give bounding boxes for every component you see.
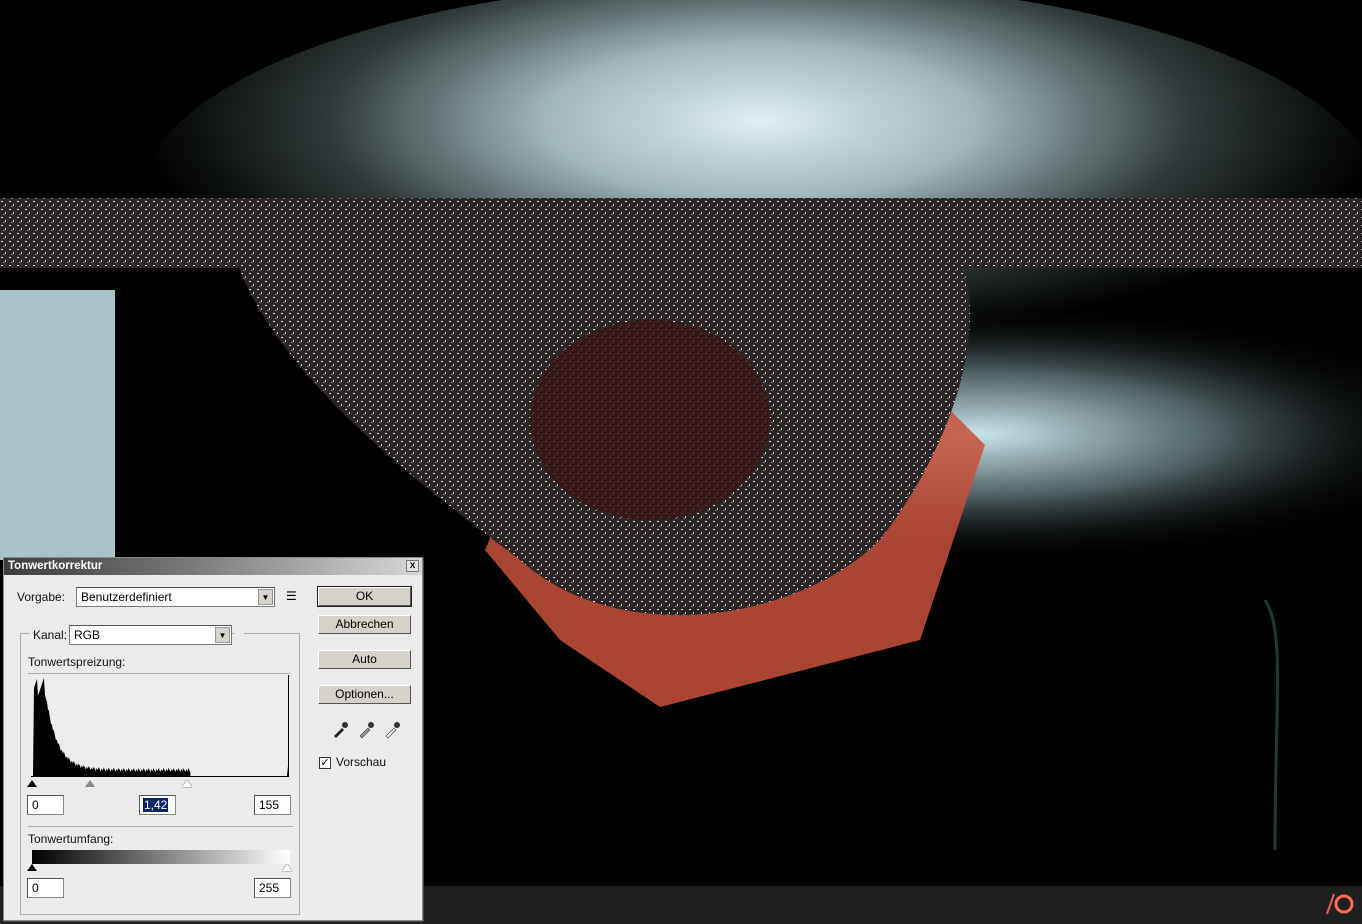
input-gamma-slider[interactable] xyxy=(85,780,95,787)
ok-button[interactable]: OK xyxy=(317,586,412,607)
chevron-down-icon: ▼ xyxy=(258,589,273,605)
preset-value: Benutzerdefiniert xyxy=(81,590,172,604)
preview-label: Vorschau xyxy=(336,755,387,769)
dialog-title: Tonwertkorrektur xyxy=(8,560,103,572)
preview-checkbox[interactable]: ✓ xyxy=(319,757,331,769)
gray-eyedropper-icon[interactable] xyxy=(357,721,375,739)
channel-select[interactable]: RGB ▼ xyxy=(69,625,232,645)
logo-icon xyxy=(1326,893,1354,915)
dialog-titlebar[interactable]: Tonwertkorrektur x xyxy=(4,558,422,575)
histogram xyxy=(31,675,289,777)
cancel-button[interactable]: Abbrechen xyxy=(318,615,411,634)
preset-select[interactable]: Benutzerdefiniert ▼ xyxy=(76,587,275,607)
output-black-slider[interactable] xyxy=(27,864,37,871)
options-button[interactable]: Optionen... xyxy=(318,685,411,704)
close-button[interactable]: x xyxy=(406,560,419,572)
input-black-slider[interactable] xyxy=(27,780,37,787)
preset-label: Vorgabe: xyxy=(17,590,66,604)
input-gamma-value: 1,42 xyxy=(143,798,169,812)
histogram-shape xyxy=(31,677,288,776)
output-gradient xyxy=(32,850,290,864)
preset-options-icon[interactable]: ☰ xyxy=(286,589,297,603)
levels-dialog: Tonwertkorrektur x Vorgabe: Benutzerdefi… xyxy=(3,557,423,921)
input-gamma-field[interactable]: 1,42 xyxy=(139,795,176,815)
black-eyedropper-icon[interactable] xyxy=(331,721,349,739)
input-white-slider[interactable] xyxy=(182,780,192,787)
auto-button[interactable]: Auto xyxy=(318,650,411,669)
output-levels-label: Tonwertumfang: xyxy=(28,832,114,846)
chevron-down-icon: ▼ xyxy=(215,627,230,643)
output-black-field[interactable]: 0 xyxy=(27,878,64,898)
white-eyedropper-icon[interactable] xyxy=(383,721,401,739)
input-white-field[interactable]: 155 xyxy=(254,795,291,815)
output-white-field[interactable]: 255 xyxy=(254,878,291,898)
input-black-field[interactable]: 0 xyxy=(27,795,64,815)
output-white-slider[interactable] xyxy=(282,864,292,871)
channel-label: Kanal: xyxy=(30,628,71,642)
input-levels-label: Tonwertspreizung: xyxy=(28,655,126,669)
channel-value: RGB xyxy=(74,628,101,642)
